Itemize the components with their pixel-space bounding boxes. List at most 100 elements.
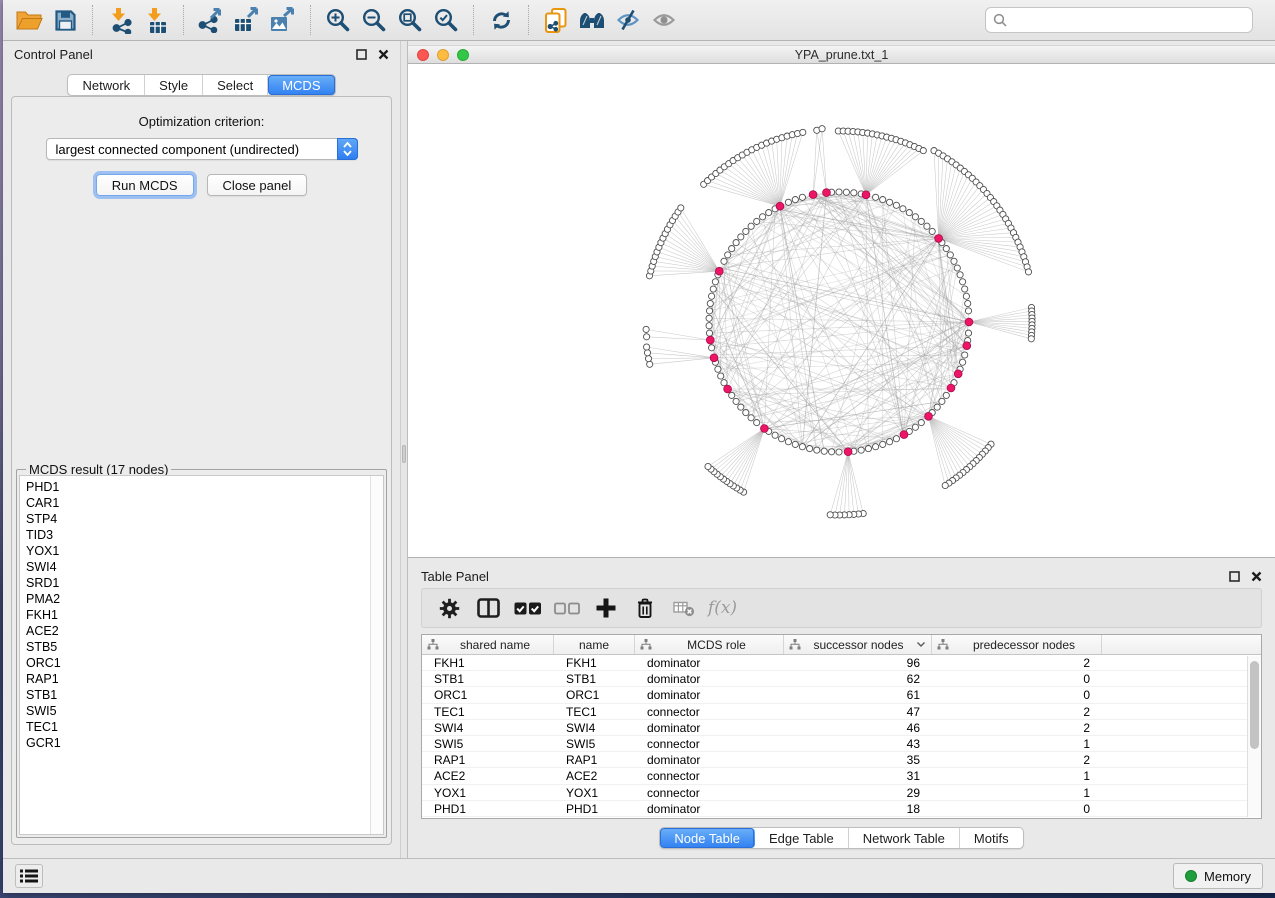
cell-successor_nodes[interactable]: 31 (784, 768, 932, 783)
close-panel-button[interactable]: Close panel (207, 174, 308, 196)
zoom-in-button[interactable] (320, 3, 356, 37)
mcds-result-item[interactable]: TEC1 (26, 719, 370, 735)
cell-mcds_role[interactable]: dominator (635, 671, 784, 686)
table-settings-button[interactable] (430, 593, 469, 623)
cell-predecessor_nodes[interactable]: 2 (932, 752, 1102, 767)
float-panel-icon[interactable] (356, 49, 367, 60)
export-image-button[interactable] (265, 3, 301, 37)
network-canvas[interactable] (408, 64, 1275, 558)
cell-shared_name[interactable]: STB1 (422, 671, 554, 686)
cell-shared_name[interactable]: PHD1 (422, 801, 554, 816)
delete-column-button[interactable] (625, 593, 664, 623)
cell-mcds_role[interactable]: connector (635, 704, 784, 719)
cell-mcds_role[interactable]: dominator (635, 801, 784, 816)
mcds-result-item[interactable]: SWI4 (26, 559, 370, 575)
deselect-all-button[interactable] (547, 593, 586, 623)
task-history-button[interactable] (15, 864, 43, 888)
cell-mcds_role[interactable]: connector (635, 736, 784, 751)
cell-successor_nodes[interactable]: 62 (784, 671, 932, 686)
import-network-button[interactable] (102, 3, 138, 37)
cell-name[interactable]: SWI4 (554, 720, 635, 735)
fit-content-button[interactable] (392, 3, 428, 37)
export-table-button[interactable] (229, 3, 265, 37)
mcds-result-item[interactable]: CAR1 (26, 495, 370, 511)
cell-name[interactable]: SWI5 (554, 736, 635, 751)
panel-splitter[interactable] (400, 41, 408, 858)
window-maximize-icon[interactable] (457, 49, 469, 61)
mcds-result-item[interactable]: GCR1 (26, 735, 370, 751)
window-minimize-icon[interactable] (437, 49, 449, 61)
cell-predecessor_nodes[interactable]: 2 (932, 655, 1102, 670)
cell-successor_nodes[interactable]: 61 (784, 687, 932, 702)
float-table-panel-icon[interactable] (1229, 571, 1240, 582)
run-mcds-button[interactable]: Run MCDS (96, 174, 194, 196)
tab-mcds[interactable]: MCDS (268, 75, 334, 95)
table-row[interactable]: RAP1RAP1dominator352 (422, 752, 1261, 768)
save-session-button[interactable] (47, 3, 83, 37)
mcds-result-scrollbar[interactable] (370, 476, 383, 834)
import-table-button[interactable] (138, 3, 174, 37)
cell-successor_nodes[interactable]: 43 (784, 736, 932, 751)
zoom-out-button[interactable] (356, 3, 392, 37)
table-row[interactable]: FKH1FKH1dominator962 (422, 655, 1261, 671)
cell-name[interactable]: PHD1 (554, 801, 635, 816)
cell-predecessor_nodes[interactable]: 1 (932, 768, 1102, 783)
memory-button[interactable]: Memory (1173, 863, 1263, 889)
open-session-button[interactable] (11, 3, 47, 37)
cell-shared_name[interactable]: ORC1 (422, 687, 554, 702)
mcds-result-item[interactable]: FKH1 (26, 607, 370, 623)
table-row[interactable]: TEC1TEC1connector472 (422, 704, 1261, 720)
tab-network-table[interactable]: Network Table (849, 828, 960, 848)
cell-mcds_role[interactable]: connector (635, 768, 784, 783)
column-header-shared_name[interactable]: shared name (422, 635, 554, 654)
cell-predecessor_nodes[interactable]: 2 (932, 704, 1102, 719)
mcds-result-item[interactable]: ORC1 (26, 655, 370, 671)
cell-mcds_role[interactable]: dominator (635, 687, 784, 702)
mcds-result-item[interactable]: PMA2 (26, 591, 370, 607)
window-close-icon[interactable] (417, 49, 429, 61)
cell-predecessor_nodes[interactable]: 0 (932, 671, 1102, 686)
tab-style[interactable]: Style (145, 75, 203, 95)
cell-shared_name[interactable]: YOX1 (422, 785, 554, 800)
mcds-result-item[interactable]: STB5 (26, 639, 370, 655)
mcds-result-item[interactable]: ACE2 (26, 623, 370, 639)
cell-shared_name[interactable]: FKH1 (422, 655, 554, 670)
mcds-result-item[interactable]: SRD1 (26, 575, 370, 591)
cell-successor_nodes[interactable]: 96 (784, 655, 932, 670)
cell-successor_nodes[interactable]: 47 (784, 704, 932, 719)
tab-network[interactable]: Network (68, 75, 145, 95)
show-all-button[interactable] (646, 3, 682, 37)
cell-predecessor_nodes[interactable]: 0 (932, 801, 1102, 816)
mcds-result-item[interactable]: SWI5 (26, 703, 370, 719)
hide-selected-button[interactable] (610, 3, 646, 37)
cell-mcds_role[interactable]: dominator (635, 720, 784, 735)
cell-predecessor_nodes[interactable]: 0 (932, 687, 1102, 702)
cell-successor_nodes[interactable]: 46 (784, 720, 932, 735)
split-panel-button[interactable] (469, 593, 508, 623)
cell-name[interactable]: FKH1 (554, 655, 635, 670)
cell-predecessor_nodes[interactable]: 1 (932, 736, 1102, 751)
column-header-name[interactable]: name (554, 635, 635, 654)
cell-name[interactable]: ORC1 (554, 687, 635, 702)
cell-predecessor_nodes[interactable]: 2 (932, 720, 1102, 735)
mcds-result-item[interactable]: RAP1 (26, 671, 370, 687)
cell-shared_name[interactable]: SWI5 (422, 736, 554, 751)
table-row[interactable]: ACE2ACE2connector311 (422, 768, 1261, 784)
close-table-panel-icon[interactable] (1251, 571, 1262, 582)
cell-successor_nodes[interactable]: 29 (784, 785, 932, 800)
search-input[interactable] (1012, 13, 1245, 28)
select-all-button[interactable] (508, 593, 547, 623)
table-row[interactable]: SWI5SWI5connector431 (422, 736, 1261, 752)
tab-motifs[interactable]: Motifs (960, 828, 1023, 848)
table-row[interactable]: STB1STB1dominator620 (422, 671, 1261, 687)
cell-shared_name[interactable]: ACE2 (422, 768, 554, 783)
apply-function-button[interactable]: f(x) (703, 593, 742, 623)
column-header-predecessor_nodes[interactable]: predecessor nodes (932, 635, 1102, 654)
zoom-selected-button[interactable] (428, 3, 464, 37)
cell-mcds_role[interactable]: connector (635, 785, 784, 800)
table-scrollbar[interactable] (1247, 656, 1261, 817)
cell-successor_nodes[interactable]: 35 (784, 752, 932, 767)
export-network-button[interactable] (193, 3, 229, 37)
refresh-button[interactable] (483, 3, 519, 37)
tab-select[interactable]: Select (203, 75, 268, 95)
